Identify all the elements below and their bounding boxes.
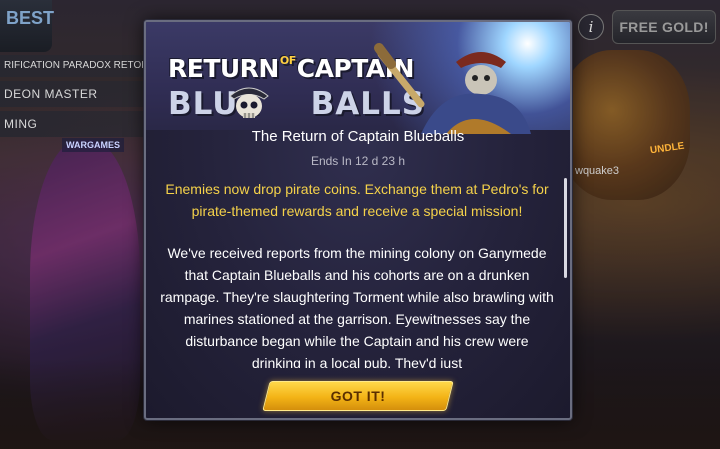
event-countdown: Ends In 12 d 23 h — [310, 154, 406, 168]
event-description-scroll[interactable]: Enemies now drop pirate coins. Exchange … — [160, 178, 554, 368]
logo-word-return: RETURN — [168, 54, 279, 83]
left-menu-item-3[interactable]: MING — [0, 111, 145, 137]
description-scrollbar[interactable] — [564, 178, 567, 278]
pirate-skull-icon — [229, 87, 269, 118]
got-it-label: GOT IT! — [330, 388, 386, 404]
got-it-button[interactable]: GOT IT! — [262, 381, 454, 411]
left-menu-item-2[interactable]: DEON MASTER — [0, 81, 145, 107]
left-menu-item-1[interactable]: RIFICATION PARADOX RETOLD — [0, 55, 145, 77]
event-story-text: We've received reports from the mining c… — [160, 245, 554, 368]
info-button[interactable]: i — [578, 14, 604, 40]
event-banner: RETURNOFCAPTAIN BLUE BALLS — [146, 22, 570, 134]
player-name-tag: wquake3 — [575, 165, 620, 177]
event-highlight-text: Enemies now drop pirate coins. Exchange … — [165, 181, 549, 219]
event-modal: RETURNOFCAPTAIN BLUE BALLS The Return of … — [144, 20, 572, 420]
left-menu: RIFICATION PARADOX RETOLD DEON MASTER MI… — [0, 55, 145, 137]
wargames-sign: WARGAMES — [62, 138, 124, 152]
corner-sign: BEST — [0, 0, 54, 52]
free-gold-button[interactable]: FREE GOLD! — [612, 10, 716, 44]
event-title: The Return of Captain Blueballs — [251, 128, 465, 145]
pirate-captain-icon — [374, 43, 531, 134]
logo-word-of: OF — [279, 54, 296, 67]
